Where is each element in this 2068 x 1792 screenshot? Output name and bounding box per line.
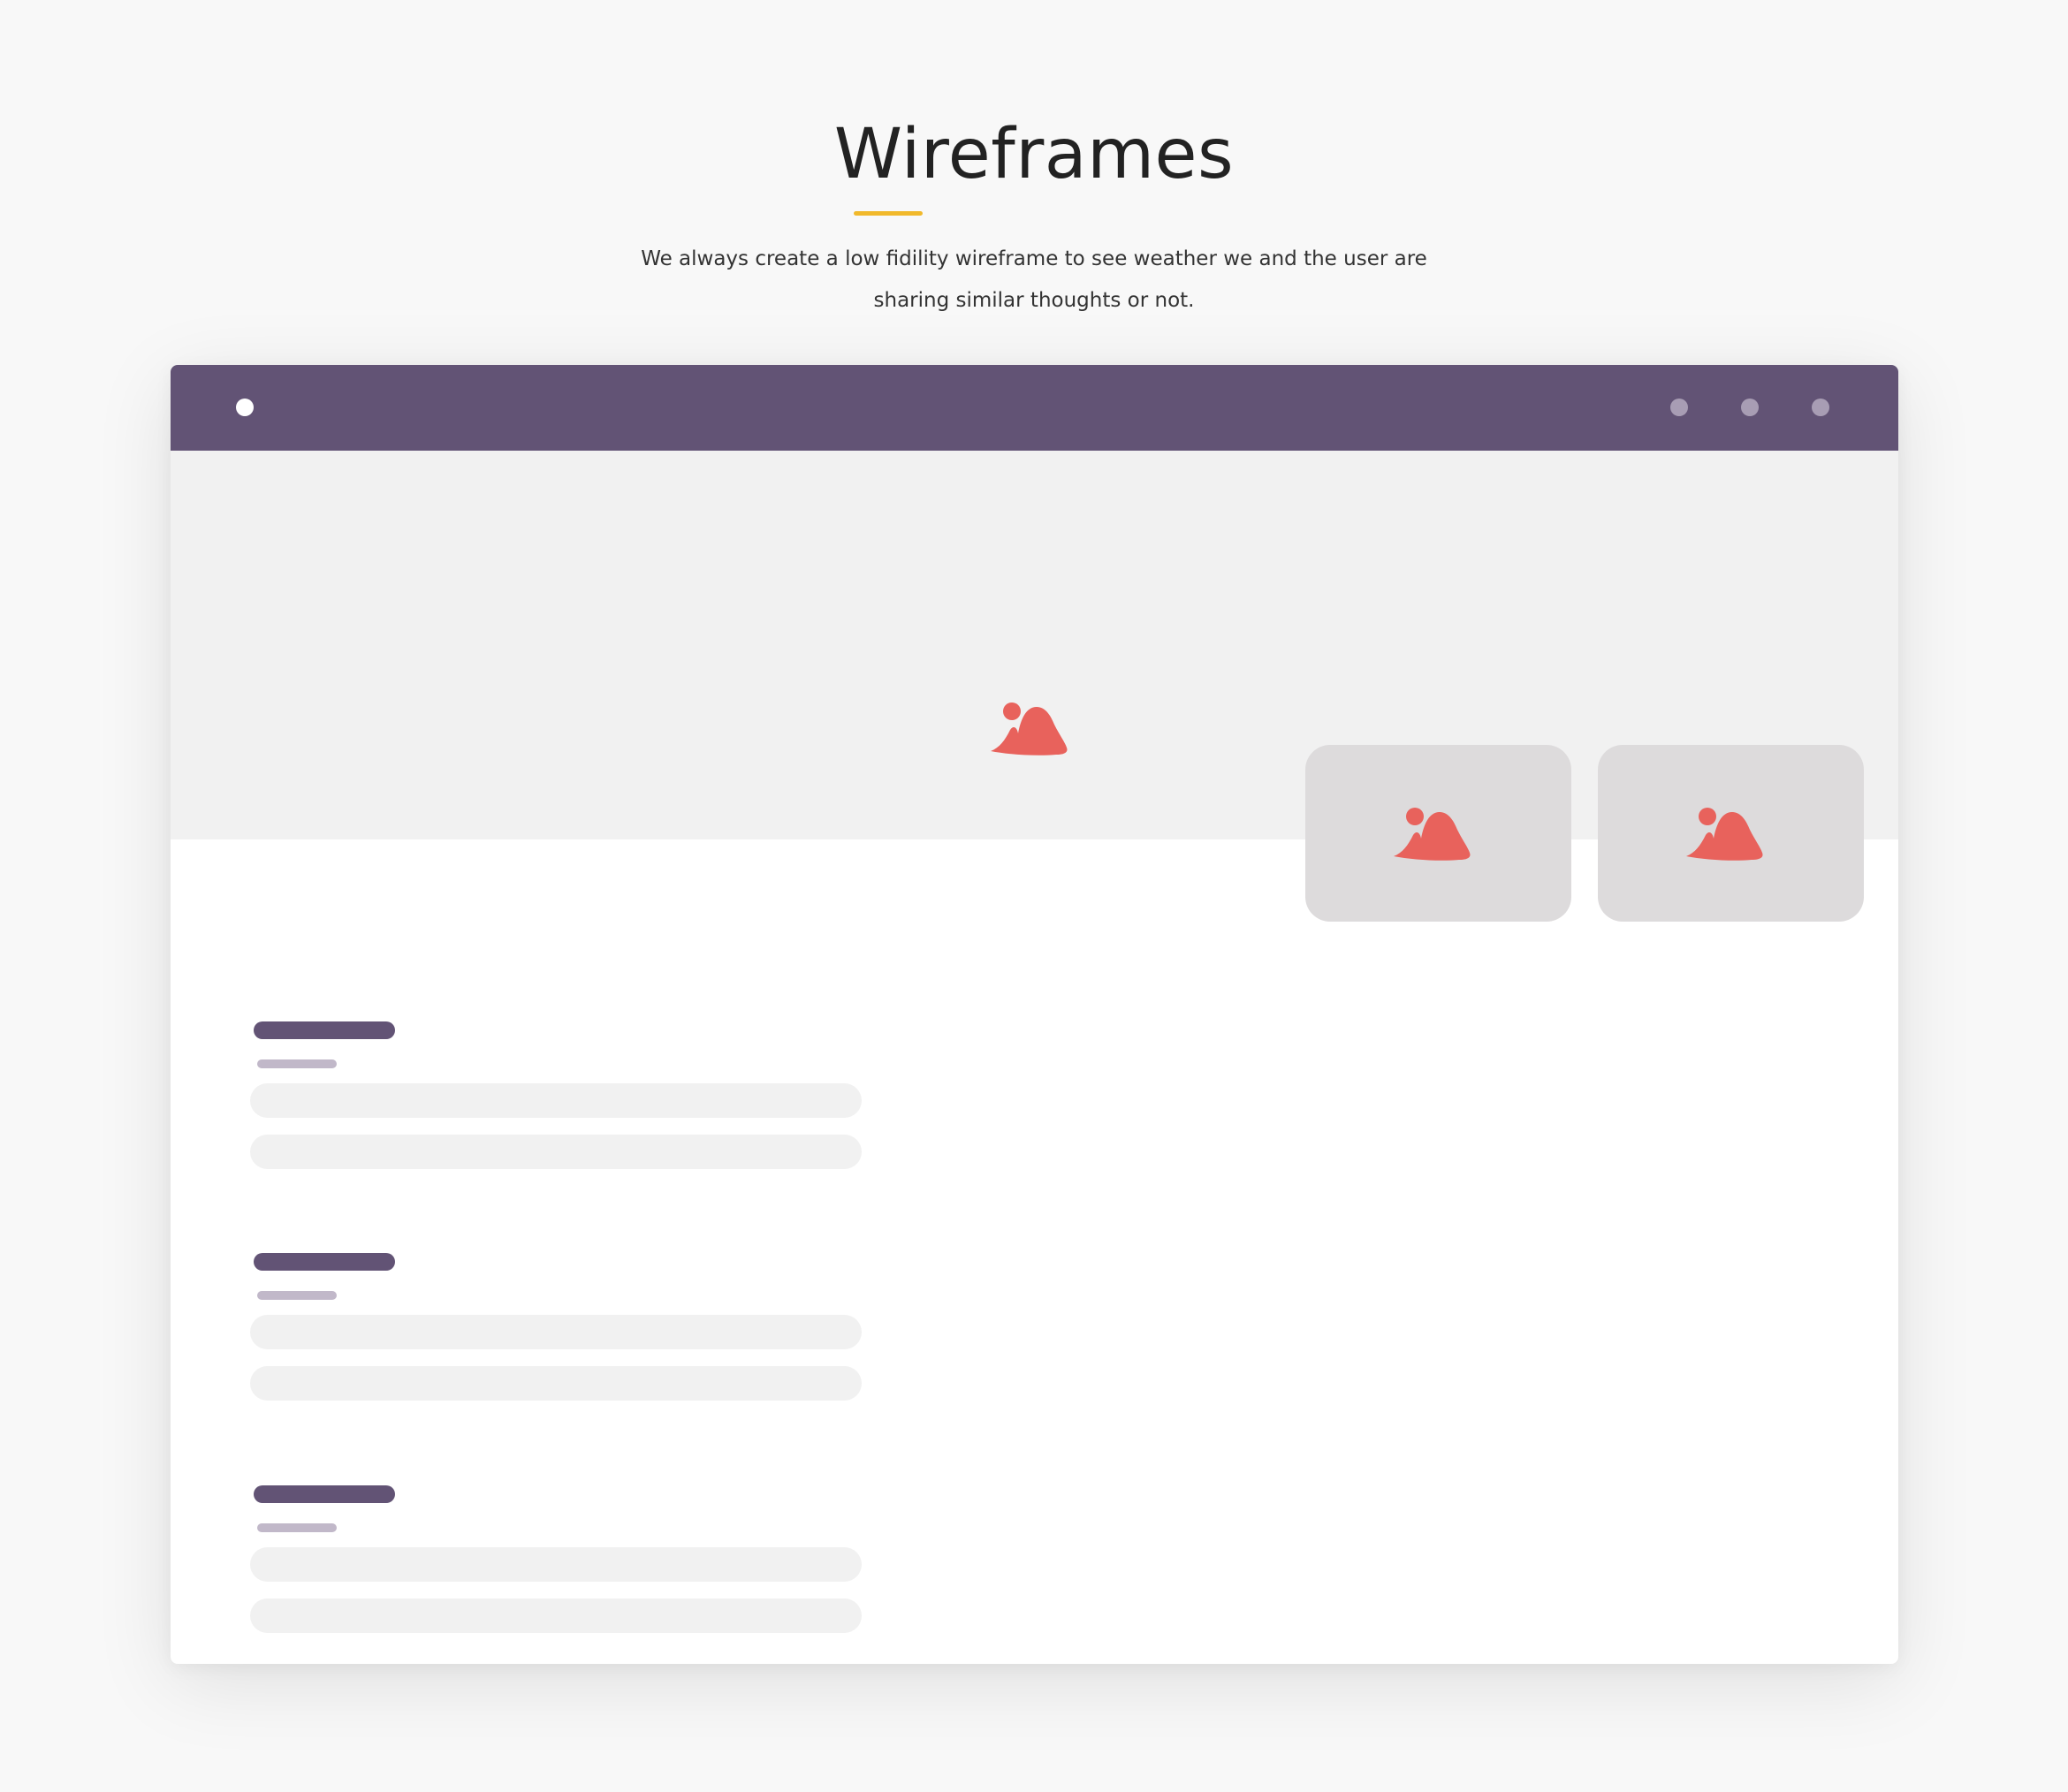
thumbnail-card-2[interactable] <box>1598 745 1864 922</box>
content-block-2 <box>250 1253 869 1403</box>
page-title: Wireframes <box>833 115 1235 194</box>
nav-dot-icon-3[interactable] <box>1812 399 1829 416</box>
text-line-placeholder <box>250 1366 862 1401</box>
title-underline <box>854 211 923 216</box>
text-line-placeholder <box>250 1315 862 1349</box>
subtitle-line-2: sharing similar thoughts or not. <box>873 289 1195 312</box>
logo-dot-icon[interactable] <box>236 399 254 416</box>
wireframe-topbar <box>171 365 1898 451</box>
thumbnail-card-1[interactable] <box>1305 745 1571 922</box>
subtitle-line-1: We always create a low fidility wirefram… <box>641 247 1427 270</box>
heading-placeholder-bar <box>254 1485 395 1503</box>
subheading-placeholder-bar <box>257 1523 337 1532</box>
text-line-placeholder <box>250 1598 862 1633</box>
image-placeholder-icon <box>991 702 1068 756</box>
subheading-placeholder-bar <box>257 1291 337 1300</box>
content-block-1 <box>250 1021 869 1172</box>
wireframe-window <box>171 365 1898 1664</box>
nav-dot-icon-2[interactable] <box>1741 399 1759 416</box>
text-line-placeholder <box>250 1547 862 1582</box>
image-placeholder-icon <box>1394 808 1471 861</box>
text-line-placeholder <box>250 1083 862 1118</box>
nav-dot-icon-1[interactable] <box>1670 399 1688 416</box>
image-placeholder-icon <box>1686 808 1763 861</box>
text-line-placeholder <box>250 1135 862 1169</box>
page-subtitle: We always create a low fidility wirefram… <box>636 239 1432 322</box>
content-block-3 <box>250 1485 869 1636</box>
page: Wireframes We always create a low fidili… <box>0 0 2068 1792</box>
subheading-placeholder-bar <box>257 1059 337 1068</box>
heading-placeholder-bar <box>254 1253 395 1271</box>
heading-placeholder-bar <box>254 1021 395 1039</box>
